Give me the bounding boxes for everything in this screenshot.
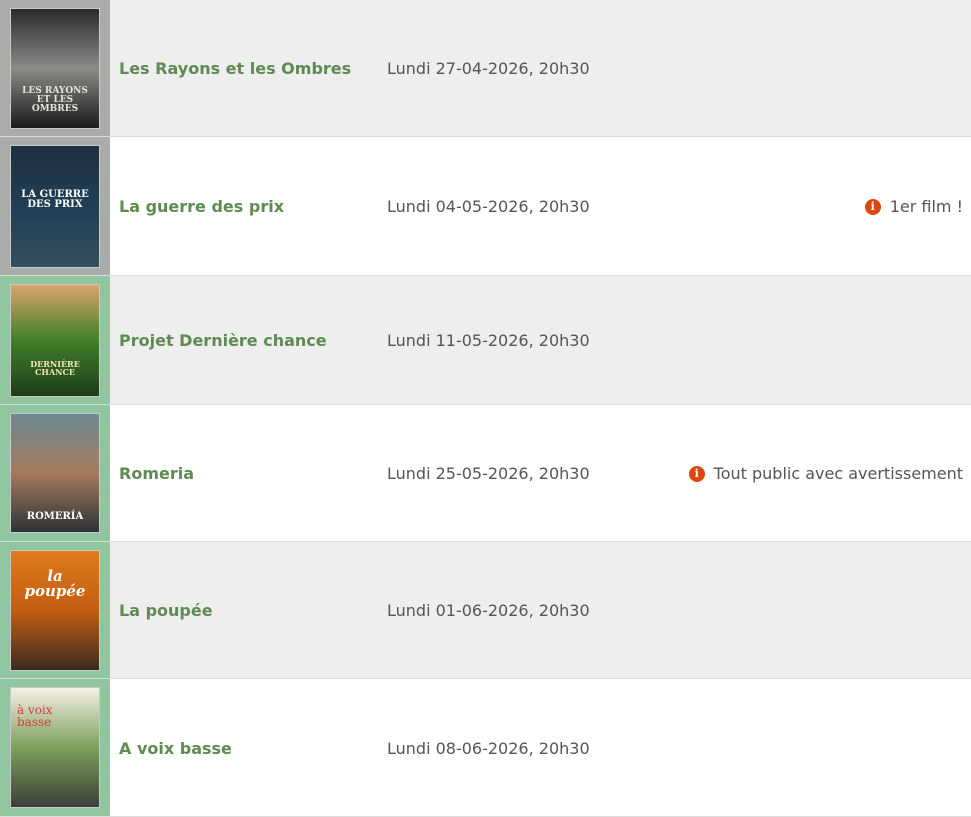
poster-caption: DERNIÈRE CHANCE <box>30 358 80 377</box>
screening-date: Lundi 25-05-2026, 20h30 <box>387 464 590 483</box>
poster-image[interactable]: ROMERÍA <box>10 413 100 533</box>
film-note-text: Tout public avec avertissement <box>713 464 963 483</box>
poster-image[interactable]: LA GUERRE DES PRIX <box>10 144 100 268</box>
film-title-link[interactable]: Les Rayons et les Ombres <box>119 59 351 78</box>
film-title-link[interactable]: La guerre des prix <box>119 197 284 216</box>
poster-caption: LES RAYONS ET LES OMBRES <box>22 85 88 114</box>
poster-cell: ROMERÍA <box>0 405 110 541</box>
screening-date: Lundi 01-06-2026, 20h30 <box>387 601 590 620</box>
film-note: i Tout public avec avertissement <box>688 464 963 483</box>
poster-image[interactable]: la poupée <box>10 549 100 671</box>
screening-row: DERNIÈRE CHANCE Projet Dernière chance L… <box>0 276 971 405</box>
screening-list: LES RAYONS ET LES OMBRES Les Rayons et l… <box>0 0 971 817</box>
screening-row: LA GUERRE DES PRIX La guerre des prix Lu… <box>0 137 971 276</box>
screening-row: LES RAYONS ET LES OMBRES Les Rayons et l… <box>0 0 971 137</box>
poster-cell: LA GUERRE DES PRIX <box>0 137 110 275</box>
poster-image[interactable]: LES RAYONS ET LES OMBRES <box>10 7 100 129</box>
poster-caption: à voix basse <box>17 703 53 729</box>
film-title-link[interactable]: Projet Dernière chance <box>119 331 327 350</box>
info-icon: i <box>688 465 705 482</box>
screening-row: la poupée La poupée Lundi 01-06-2026, 20… <box>0 542 971 679</box>
film-note-text: 1er film ! <box>889 197 963 216</box>
film-note: i 1er film ! <box>864 197 963 216</box>
screening-date: Lundi 27-04-2026, 20h30 <box>387 59 590 78</box>
poster-caption: LA GUERRE DES PRIX <box>21 188 89 210</box>
screening-date: Lundi 11-05-2026, 20h30 <box>387 331 590 350</box>
film-title-link[interactable]: A voix basse <box>119 739 232 758</box>
poster-cell: DERNIÈRE CHANCE <box>0 276 110 404</box>
screening-date: Lundi 04-05-2026, 20h30 <box>387 197 590 216</box>
poster-cell: à voix basse <box>0 679 110 816</box>
poster-cell: LES RAYONS ET LES OMBRES <box>0 0 110 136</box>
film-title-link[interactable]: Romeria <box>119 464 194 483</box>
poster-cell: la poupée <box>0 542 110 678</box>
screening-row: à voix basse A voix basse Lundi 08-06-20… <box>0 679 971 817</box>
poster-image[interactable]: à voix basse <box>10 687 100 808</box>
screening-date: Lundi 08-06-2026, 20h30 <box>387 739 590 758</box>
poster-caption: ROMERÍA <box>26 511 84 522</box>
screening-row: ROMERÍA Romeria Lundi 25-05-2026, 20h30 … <box>0 405 971 542</box>
poster-caption: la poupée <box>24 566 86 600</box>
film-title-link[interactable]: La poupée <box>119 601 213 620</box>
poster-image[interactable]: DERNIÈRE CHANCE <box>10 283 100 397</box>
info-icon: i <box>864 198 881 215</box>
